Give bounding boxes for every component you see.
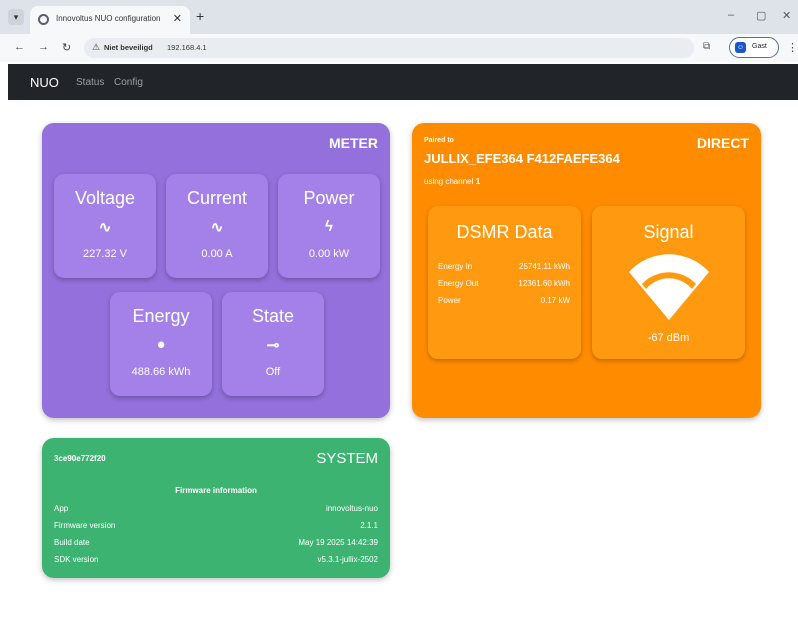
- meter-card: METER Voltage ∿ 227.32 V Current ∿ 0.00 …: [42, 123, 390, 418]
- firmware-value: v5.3.1-jullix-2502: [317, 555, 378, 564]
- translate-icon[interactable]: ⧉: [703, 41, 710, 52]
- tile-label: Energy: [132, 306, 190, 326]
- firmware-key: Firmware version: [54, 521, 116, 530]
- dsmr-tile: DSMR Data Energy In 25741.11 kWh Energy …: [428, 206, 581, 359]
- dsmr-title: DSMR Data: [456, 222, 553, 242]
- minimize-icon[interactable]: –: [728, 9, 734, 21]
- sine-wave-icon: ∿: [98, 219, 112, 236]
- profile-label: Gast: [752, 43, 767, 50]
- channel-prefix: using channel: [424, 177, 474, 186]
- reload-icon[interactable]: ↻: [62, 41, 71, 54]
- firmware-key: SDK version: [54, 555, 99, 564]
- meter-title: METER: [329, 135, 378, 151]
- nav-link-config[interactable]: Config: [114, 77, 143, 88]
- globe-icon: [38, 14, 49, 25]
- tile-value: 488.66 kWh: [131, 366, 191, 378]
- menu-icon[interactable]: ⋮: [787, 41, 798, 54]
- channel-info: using channel 1: [424, 177, 480, 186]
- app-navbar: NUO Status Config: [8, 64, 798, 100]
- signal-value: -67 dBm: [647, 332, 690, 344]
- dsmr-key: Energy In: [438, 262, 473, 271]
- state-tile: State ⊸ Off: [222, 292, 324, 396]
- lightning-icon: ϟ: [325, 218, 333, 235]
- signal-title: Signal: [643, 222, 694, 242]
- tab-title: Innovoltus NUO configuration: [56, 14, 161, 23]
- paired-device: JULLIX_EFE364 F412FAEFE364: [424, 151, 620, 166]
- tile-value: Off: [265, 366, 281, 378]
- firmware-heading: Firmware information: [175, 486, 257, 495]
- dsmr-value: 0.17 kW: [540, 296, 570, 305]
- switch-icon: ⊸: [266, 337, 280, 354]
- tile-value: 227.32 V: [82, 248, 128, 260]
- energy-icon: ●: [156, 336, 166, 353]
- dsmr-value: 12361.60 kWh: [518, 279, 570, 288]
- browser-tab[interactable]: Innovoltus NUO configuration ✕: [30, 6, 190, 34]
- maximize-icon[interactable]: ▢: [756, 9, 766, 22]
- firmware-value: innovoltus-nuo: [325, 504, 378, 513]
- security-label[interactable]: Niet beveiligd: [104, 43, 153, 52]
- firmware-value: May 19 2025 14:42:39: [298, 538, 378, 547]
- firmware-key: App: [54, 504, 69, 513]
- firmware-value: 2.1.1: [360, 521, 378, 530]
- channel-value: 1: [475, 177, 481, 186]
- profile-button[interactable]: ☺ Gast: [729, 37, 779, 58]
- tile-label: Current: [186, 188, 248, 208]
- browser-toolbar: ← → ↻ ⚠ Niet beveiligd 192.168.4.1 ⧉: [0, 34, 798, 62]
- system-title: SYSTEM: [316, 450, 378, 467]
- dsmr-key: Power: [438, 296, 461, 305]
- system-card: 3ce90e772f20 SYSTEM Firmware information…: [42, 438, 390, 578]
- power-tile: Power ϟ 0.00 kW: [278, 174, 380, 278]
- energy-tile: Energy ● 488.66 kWh: [110, 292, 212, 396]
- voltage-tile: Voltage ∿ 227.32 V: [54, 174, 156, 278]
- url-text[interactable]: 192.168.4.1: [167, 43, 207, 52]
- brand-link[interactable]: NUO: [30, 75, 59, 90]
- dsmr-key: Energy Out: [438, 279, 479, 288]
- direct-title: DIRECT: [696, 135, 749, 151]
- tile-label: State: [251, 306, 295, 326]
- new-tab-icon[interactable]: +: [196, 8, 204, 24]
- system-id: 3ce90e772f20: [54, 454, 106, 463]
- signal-tile: Signal -67 dBm: [592, 206, 745, 359]
- current-tile: Current ∿ 0.00 A: [166, 174, 268, 278]
- firmware-key: Build date: [54, 538, 90, 547]
- nav-link-status[interactable]: Status: [76, 77, 104, 88]
- direct-card: DIRECT Paired to JULLIX_EFE364 F412FAEFE…: [412, 123, 761, 418]
- wifi-signal-icon: [629, 254, 709, 320]
- close-tab-icon[interactable]: ✕: [173, 12, 182, 25]
- back-icon[interactable]: ←: [14, 41, 25, 53]
- sine-wave-icon: ∿: [210, 219, 224, 236]
- tile-value: 0.00 kW: [308, 248, 350, 260]
- tab-search-dropdown-icon[interactable]: ▾: [8, 9, 24, 25]
- paired-label: Paired to: [424, 137, 454, 144]
- profile-avatar-icon: ☺: [735, 42, 746, 53]
- browser-tabbar: ▾ Innovoltus NUO configuration ✕ + – ▢ ✕: [0, 0, 798, 34]
- address-bar[interactable]: ⚠ Niet beveiligd 192.168.4.1: [84, 38, 694, 58]
- tile-label: Power: [303, 188, 355, 208]
- forward-icon[interactable]: →: [38, 41, 49, 53]
- tile-label: Voltage: [74, 188, 136, 208]
- tile-value: 0.00 A: [201, 248, 233, 260]
- dsmr-value: 25741.11 kWh: [519, 262, 570, 271]
- warning-icon[interactable]: ⚠: [92, 42, 100, 53]
- window-close-icon[interactable]: ✕: [782, 9, 791, 22]
